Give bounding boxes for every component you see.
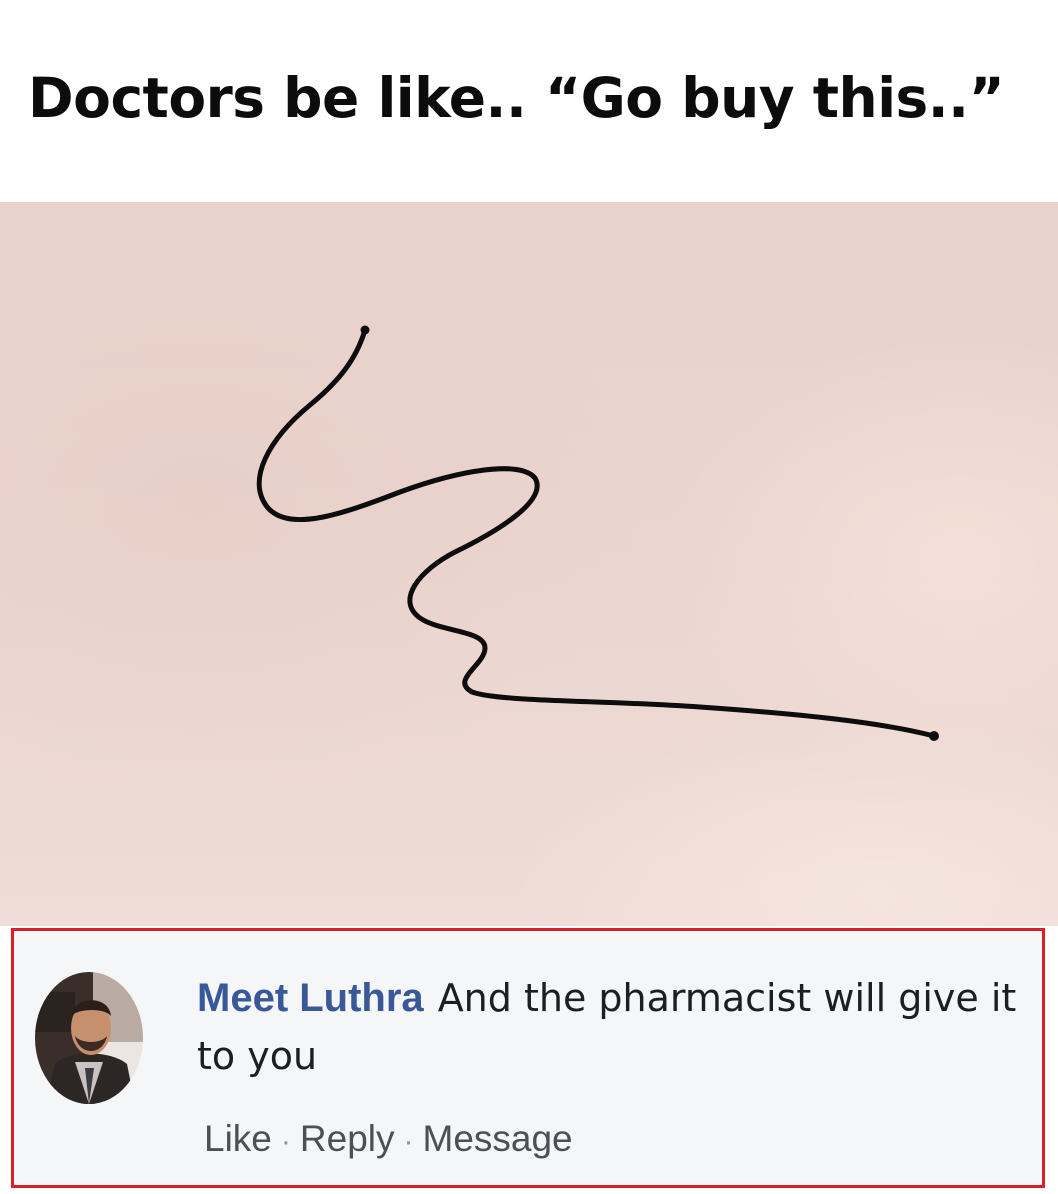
comment-body: Meet Luthra And the pharmacist will give … xyxy=(197,969,1027,1085)
action-separator: · xyxy=(403,1125,414,1158)
scribble-drawing xyxy=(256,325,939,741)
comment-actions: Like · Reply · Message xyxy=(204,1117,573,1164)
profile-photo-icon xyxy=(35,972,143,1104)
scribble-line xyxy=(256,327,937,739)
like-button[interactable]: Like xyxy=(204,1118,272,1159)
message-button[interactable]: Message xyxy=(423,1118,573,1159)
avatar[interactable] xyxy=(35,972,143,1104)
comment-author[interactable]: Meet Luthra xyxy=(197,976,424,1020)
scribble-start-dot xyxy=(360,325,370,335)
caption-text: Doctors be like.. “Go buy this..” xyxy=(28,66,1005,130)
reply-button[interactable]: Reply xyxy=(300,1118,395,1159)
scribble-end-dot xyxy=(929,731,939,741)
action-separator: · xyxy=(280,1125,291,1158)
facebook-comment: Meet Luthra And the pharmacist will give … xyxy=(11,928,1045,1188)
meme-caption: Doctors be like.. “Go buy this..” xyxy=(0,0,1058,202)
prescription-photo xyxy=(0,202,1058,926)
